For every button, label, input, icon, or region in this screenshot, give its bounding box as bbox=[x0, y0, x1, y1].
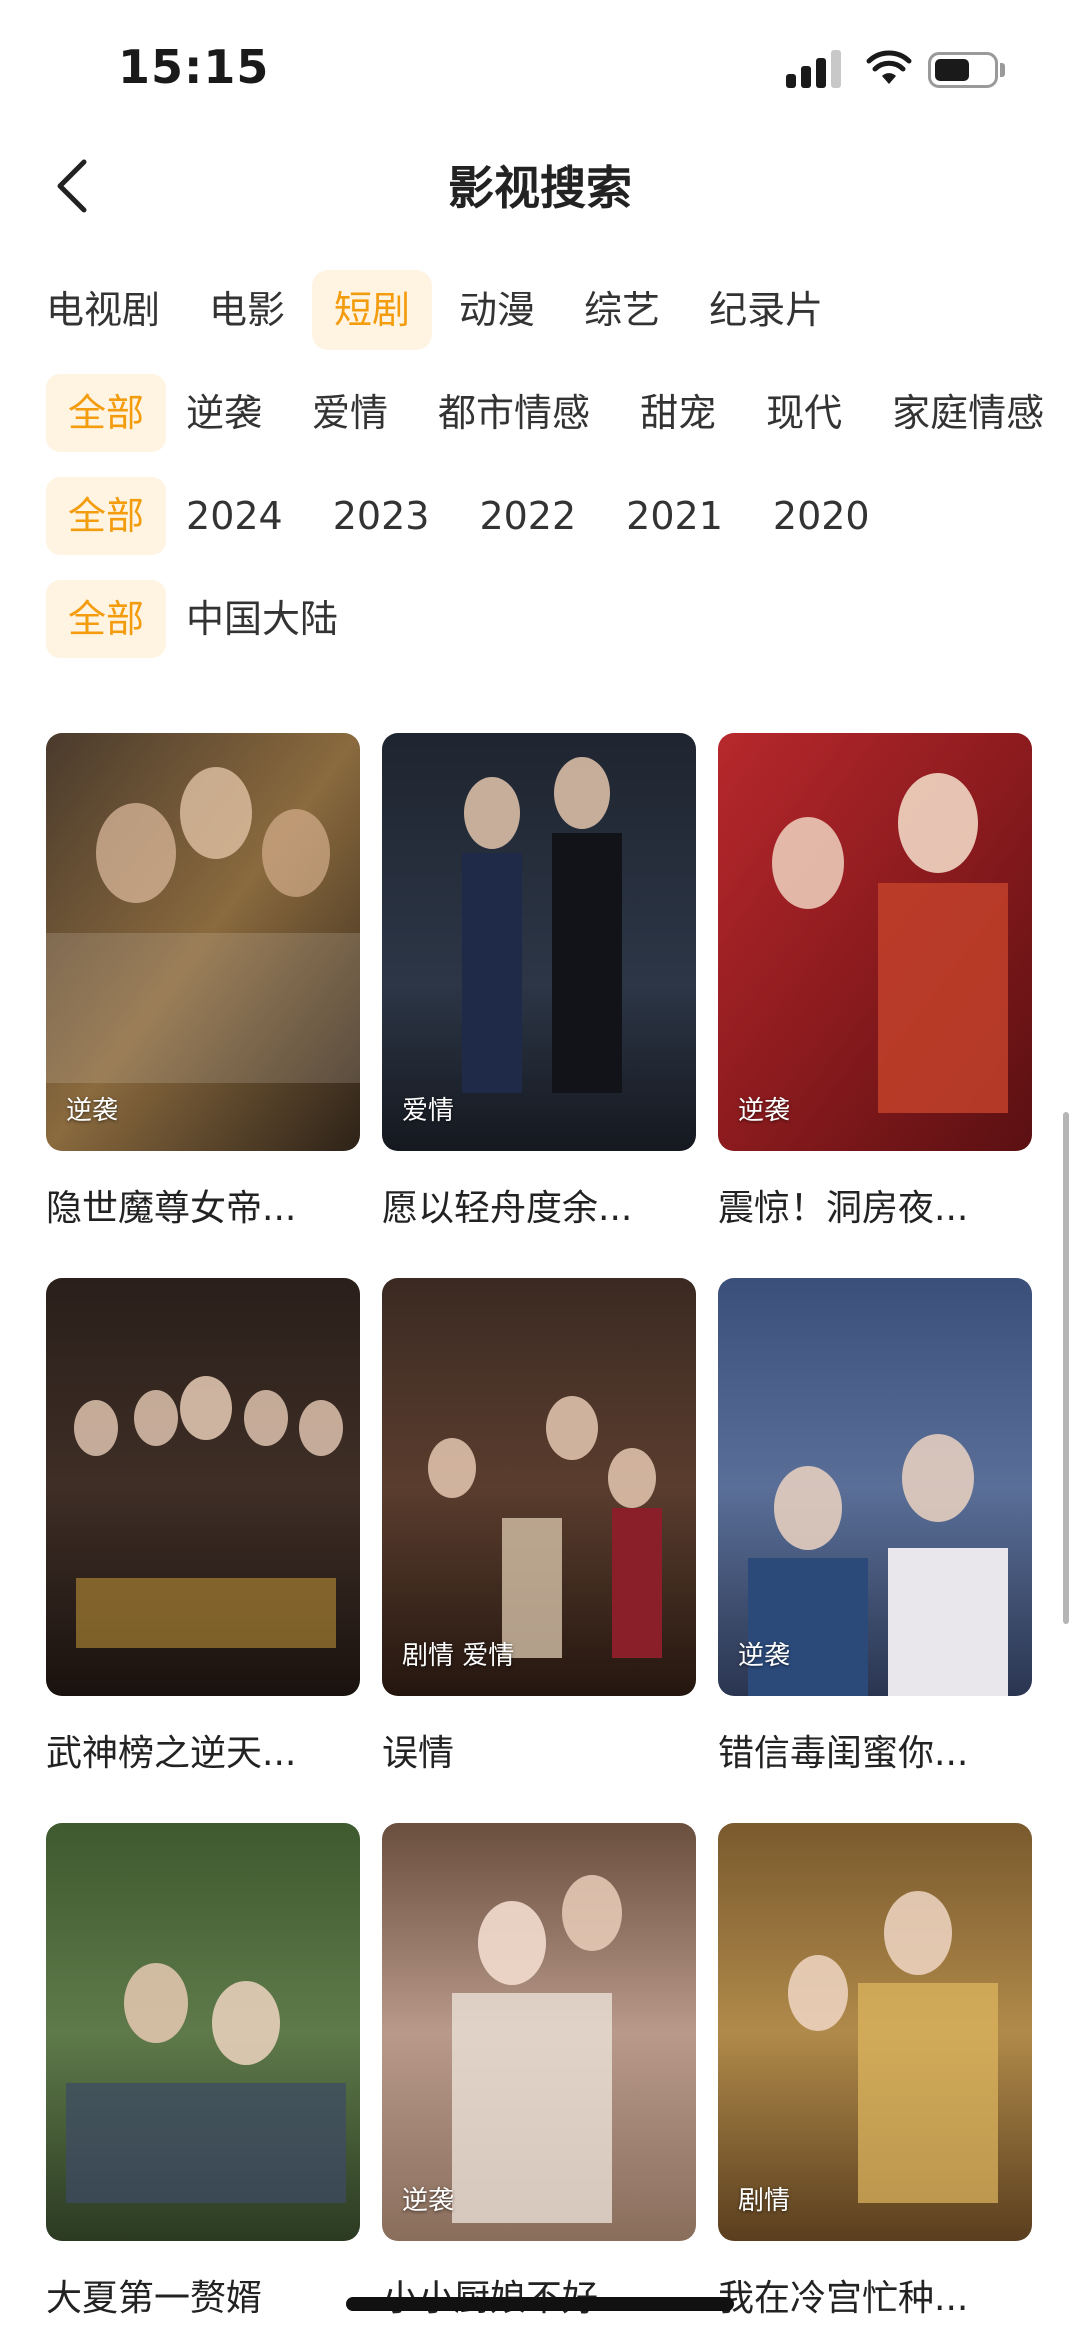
poster-image[interactable]: 剧情 爱情 bbox=[382, 1278, 696, 1696]
card-title: 震惊！洞房夜... bbox=[718, 1188, 969, 1229]
genre-tag: 逆袭 bbox=[738, 1641, 791, 1671]
year-chip[interactable]: 2020 bbox=[773, 477, 870, 555]
genre-chip[interactable]: 爱情 bbox=[312, 374, 388, 452]
genre-chip[interactable]: 家庭情感 bbox=[892, 374, 1044, 452]
category-tabs: 电视剧 电影 短剧 动漫 综艺 纪录片 bbox=[46, 268, 850, 352]
genre-tag: 逆袭 bbox=[738, 1096, 791, 1126]
genre-filter-row: 全部 逆袭 爱情 都市情感 甜宠 现代 家庭情感 bbox=[46, 373, 1080, 453]
tab-variety[interactable]: 综艺 bbox=[562, 270, 682, 350]
region-filter-row: 全部 中国大陆 bbox=[46, 579, 388, 659]
drama-card[interactable]: 爱情 愿以轻舟度余... bbox=[382, 733, 696, 1231]
genre-chip[interactable]: 现代 bbox=[766, 374, 842, 452]
card-title: 小小厨娘不好... bbox=[382, 2269, 696, 2321]
card-title: 误情 bbox=[382, 1733, 455, 1774]
year-chip[interactable]: 2021 bbox=[626, 477, 723, 555]
genre-tag: 逆袭 bbox=[66, 1096, 119, 1126]
tab-movie[interactable]: 电影 bbox=[187, 270, 307, 350]
battery-icon bbox=[928, 52, 998, 88]
poster-image[interactable]: 剧情 bbox=[718, 1823, 1032, 2241]
signal-icon bbox=[786, 50, 842, 88]
drama-card[interactable]: 剧情 我在冷宫忙种... bbox=[718, 1823, 1032, 2321]
card-title: 隐世魔尊女帝... bbox=[46, 1188, 297, 1229]
poster-image[interactable]: 爱情 bbox=[382, 733, 696, 1151]
battery-cap bbox=[1000, 63, 1005, 77]
card-title: 错信毒闺蜜你... bbox=[718, 1733, 969, 1774]
drama-card[interactable]: 逆袭 小小厨娘不好... bbox=[382, 1823, 696, 2321]
region-chip-all[interactable]: 全部 bbox=[46, 580, 167, 658]
year-chip[interactable]: 2022 bbox=[479, 477, 576, 555]
status-bar: 15:15 bbox=[0, 0, 1080, 140]
genre-tag: 爱情 bbox=[402, 1096, 455, 1126]
poster-image[interactable] bbox=[46, 1278, 360, 1696]
poster-image[interactable] bbox=[46, 1823, 360, 2241]
card-title: 我在冷宫忙种... bbox=[718, 2278, 969, 2319]
poster-image[interactable]: 逆袭 bbox=[46, 733, 360, 1151]
drama-card[interactable]: 逆袭 震惊！洞房夜... bbox=[718, 733, 1032, 1231]
genre-tag: 剧情 爱情 bbox=[402, 1641, 515, 1671]
drama-card[interactable]: 逆袭 错信毒闺蜜你... bbox=[718, 1278, 1032, 1776]
poster-image[interactable]: 逆袭 bbox=[718, 733, 1032, 1151]
tab-tv-series[interactable]: 电视剧 bbox=[22, 270, 182, 350]
scrollbar[interactable] bbox=[1063, 1112, 1069, 1624]
year-chip-all[interactable]: 全部 bbox=[46, 477, 167, 555]
card-title: 大夏第一赘婿 bbox=[46, 2278, 263, 2319]
tab-anime[interactable]: 动漫 bbox=[437, 270, 557, 350]
home-indicator[interactable] bbox=[346, 2297, 734, 2311]
tab-short-drama[interactable]: 短剧 bbox=[312, 270, 433, 350]
drama-card[interactable]: 大夏第一赘婿 bbox=[46, 1823, 360, 2321]
genre-chip-all[interactable]: 全部 bbox=[46, 374, 167, 452]
genre-chip[interactable]: 逆袭 bbox=[186, 374, 262, 452]
poster-image[interactable]: 逆袭 bbox=[382, 1823, 696, 2241]
drama-card[interactable]: 武神榜之逆天... bbox=[46, 1278, 360, 1776]
page-title: 影视搜索 bbox=[448, 161, 632, 215]
drama-card[interactable]: 剧情 爱情 误情 bbox=[382, 1278, 696, 1776]
year-chip[interactable]: 2024 bbox=[186, 477, 283, 555]
poster-image[interactable]: 逆袭 bbox=[718, 1278, 1032, 1696]
card-title: 武神榜之逆天... bbox=[46, 1733, 297, 1774]
region-chip[interactable]: 中国大陆 bbox=[186, 580, 338, 658]
wifi-icon bbox=[866, 50, 912, 84]
year-chip[interactable]: 2023 bbox=[333, 477, 430, 555]
tab-documentary[interactable]: 纪录片 bbox=[687, 270, 845, 350]
card-title: 愿以轻舟度余... bbox=[382, 1188, 633, 1229]
drama-card[interactable]: 逆袭 隐世魔尊女帝... bbox=[46, 733, 360, 1231]
status-time: 15:15 bbox=[118, 40, 270, 94]
genre-chip[interactable]: 都市情感 bbox=[438, 374, 590, 452]
genre-tag: 剧情 bbox=[738, 2186, 791, 2216]
genre-chip[interactable]: 甜宠 bbox=[640, 374, 716, 452]
year-filter-row: 全部 2024 2023 2022 2021 2020 bbox=[46, 476, 920, 556]
genre-tag: 逆袭 bbox=[402, 2186, 455, 2216]
